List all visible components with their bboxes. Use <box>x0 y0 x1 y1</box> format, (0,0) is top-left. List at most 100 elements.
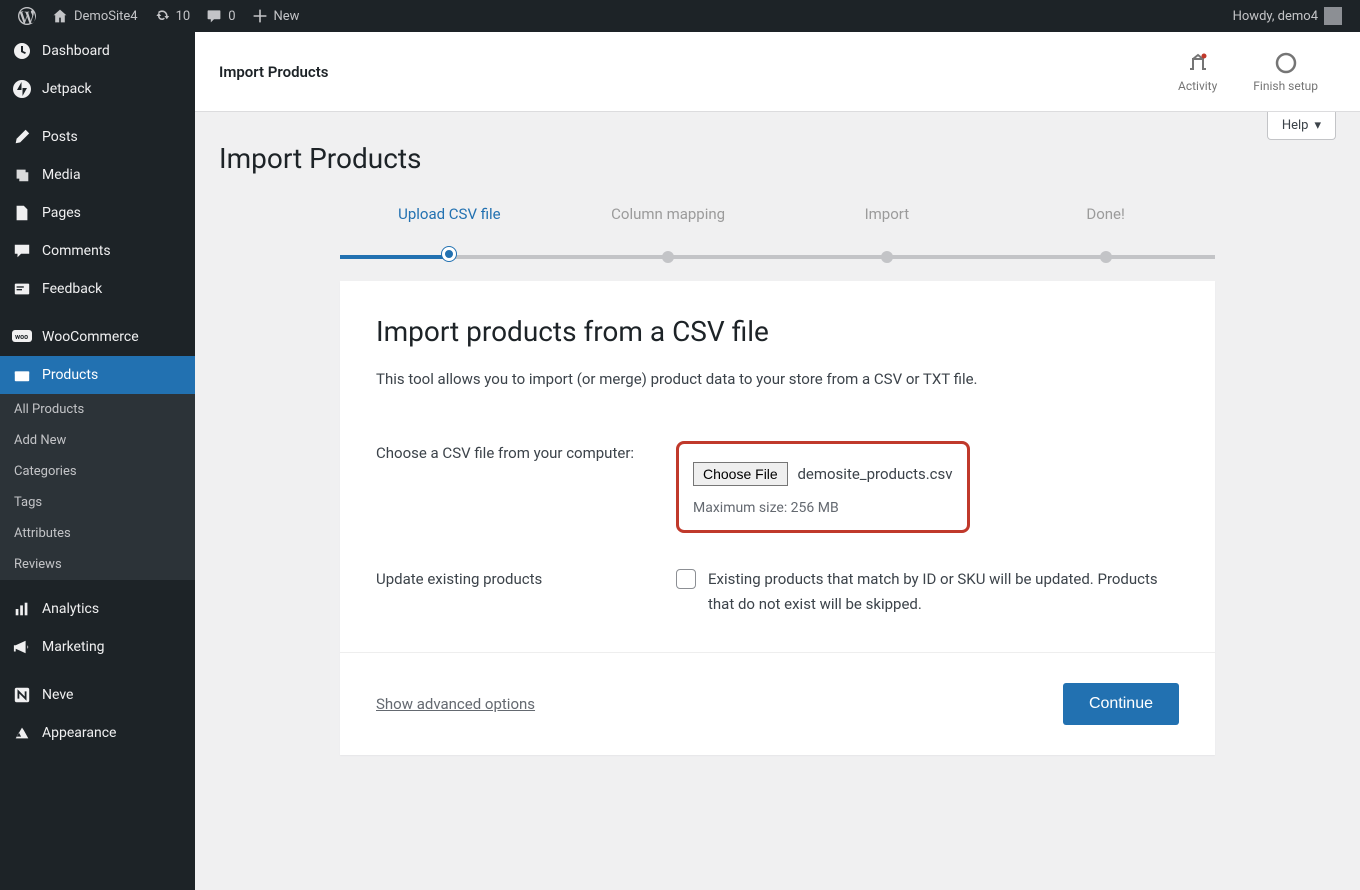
posts-icon <box>12 127 32 147</box>
sidebar-item-products[interactable]: Products <box>0 356 195 394</box>
choose-file-button[interactable]: Choose File <box>693 462 788 486</box>
step-mapping: Column mapping <box>559 205 778 247</box>
choose-file-label: Choose a CSV file from your computer: <box>376 441 676 465</box>
pages-icon <box>12 203 32 223</box>
sidebar-item-posts[interactable]: Posts <box>0 118 195 156</box>
avatar-icon <box>1324 7 1342 25</box>
appearance-icon <box>12 723 32 743</box>
step-done: Done! <box>996 205 1215 247</box>
activity-button[interactable]: Activity <box>1160 51 1235 93</box>
step-dot-icon <box>881 251 893 263</box>
sidebar-item-label: Posts <box>42 129 78 145</box>
activity-icon <box>1186 51 1210 75</box>
sidebar-item-jetpack[interactable]: Jetpack <box>0 70 195 108</box>
analytics-icon <box>12 599 32 619</box>
continue-button[interactable]: Continue <box>1063 683 1179 725</box>
sidebar-item-comments[interactable]: Comments <box>0 232 195 270</box>
sidebar-item-label: Comments <box>42 243 111 259</box>
new-label: New <box>274 9 300 24</box>
submenu-all-products[interactable]: All Products <box>0 394 195 425</box>
sidebar-item-label: WooCommerce <box>42 329 139 345</box>
show-advanced-link[interactable]: Show advanced options <box>376 695 535 713</box>
sidebar-item-label: Pages <box>42 205 81 221</box>
submenu-add-new[interactable]: Add New <box>0 425 195 456</box>
home-icon <box>52 8 68 24</box>
sidebar-item-label: Appearance <box>42 725 116 741</box>
feedback-icon <box>12 279 32 299</box>
activity-label: Activity <box>1178 79 1217 93</box>
step-label: Done! <box>996 205 1215 247</box>
sidebar-item-woocommerce[interactable]: woo WooCommerce <box>0 318 195 356</box>
woocommerce-icon: woo <box>12 327 32 347</box>
dashboard-icon <box>12 41 32 61</box>
submenu-categories[interactable]: Categories <box>0 456 195 487</box>
sidebar-item-label: Analytics <box>42 601 99 617</box>
sidebar-item-label: Dashboard <box>42 43 110 59</box>
help-tab[interactable]: Help ▾ <box>1267 112 1336 140</box>
sidebar-item-label: Feedback <box>42 281 102 297</box>
finish-setup-label: Finish setup <box>1253 79 1318 93</box>
sidebar-item-label: Marketing <box>42 639 105 655</box>
card-intro: This tool allows you to import (or merge… <box>376 368 1179 391</box>
updates-count: 10 <box>176 9 191 24</box>
wp-logo[interactable] <box>10 0 44 32</box>
sidebar-item-feedback[interactable]: Feedback <box>0 270 195 308</box>
caret-down-icon: ▾ <box>1314 118 1321 133</box>
sidebar-item-label: Neve <box>42 687 73 703</box>
update-existing-label: Update existing products <box>376 567 676 591</box>
topbar-title: Import Products <box>219 63 329 81</box>
step-upload: Upload CSV file <box>340 205 559 247</box>
sidebar-item-appearance[interactable]: Appearance <box>0 714 195 752</box>
svg-text:woo: woo <box>15 333 28 341</box>
max-size-hint: Maximum size: 256 MB <box>693 500 953 516</box>
sidebar-item-neve[interactable]: Neve <box>0 676 195 714</box>
sidebar-item-pages[interactable]: Pages <box>0 194 195 232</box>
step-dot-icon <box>662 251 674 263</box>
user-greeting[interactable]: Howdy, demo4 <box>1225 0 1350 32</box>
step-label: Upload CSV file <box>340 205 559 247</box>
finish-setup-icon <box>1274 51 1298 75</box>
submenu-attributes[interactable]: Attributes <box>0 518 195 549</box>
file-input-highlight: Choose File demosite_products.csv Maximu… <box>676 441 970 533</box>
sidebar-item-marketing[interactable]: Marketing <box>0 628 195 666</box>
updates-icon <box>154 8 170 24</box>
step-label: Import <box>778 205 997 247</box>
wordpress-icon <box>18 7 36 25</box>
divider <box>340 652 1215 653</box>
submenu-tags[interactable]: Tags <box>0 487 195 518</box>
card-title: Import products from a CSV file <box>376 315 1179 348</box>
neve-icon <box>12 685 32 705</box>
sidebar-item-dashboard[interactable]: Dashboard <box>0 32 195 70</box>
step-import: Import <box>778 205 997 247</box>
site-home[interactable]: DemoSite4 <box>44 0 146 32</box>
marketing-icon <box>12 637 32 657</box>
jetpack-icon <box>12 79 32 99</box>
new-content-link[interactable]: New <box>244 0 308 32</box>
submenu-reviews[interactable]: Reviews <box>0 549 195 580</box>
comment-icon <box>12 241 32 261</box>
plus-icon <box>252 8 268 24</box>
site-name: DemoSite4 <box>74 9 138 24</box>
page-heading: Import Products <box>219 142 1336 175</box>
step-dot-icon <box>442 247 456 261</box>
products-submenu: All Products Add New Categories Tags Att… <box>0 394 195 580</box>
update-existing-checkbox[interactable] <box>676 569 696 589</box>
sidebar-item-label: Media <box>42 167 81 183</box>
sidebar-item-analytics[interactable]: Analytics <box>0 590 195 628</box>
admin-bar: DemoSite4 10 0 New Howdy, demo4 <box>0 0 1360 32</box>
finish-setup-button[interactable]: Finish setup <box>1235 51 1336 93</box>
comments-link[interactable]: 0 <box>198 0 243 32</box>
content-area: Import Products Activity Finish setup He… <box>195 32 1360 890</box>
sidebar-item-label: Products <box>42 367 98 383</box>
step-dot-icon <box>1100 251 1112 263</box>
progress-stepper: Upload CSV file Column mapping Import Do… <box>340 205 1215 247</box>
sidebar-item-label: Jetpack <box>42 81 92 97</box>
chosen-filename: demosite_products.csv <box>797 465 952 483</box>
sidebar-item-media[interactable]: Media <box>0 156 195 194</box>
comments-count: 0 <box>228 9 235 24</box>
greeting-text: Howdy, demo4 <box>1233 9 1318 24</box>
updates-link[interactable]: 10 <box>146 0 199 32</box>
import-card: Import products from a CSV file This too… <box>340 281 1215 755</box>
comments-icon <box>206 8 222 24</box>
help-label: Help <box>1282 118 1309 133</box>
